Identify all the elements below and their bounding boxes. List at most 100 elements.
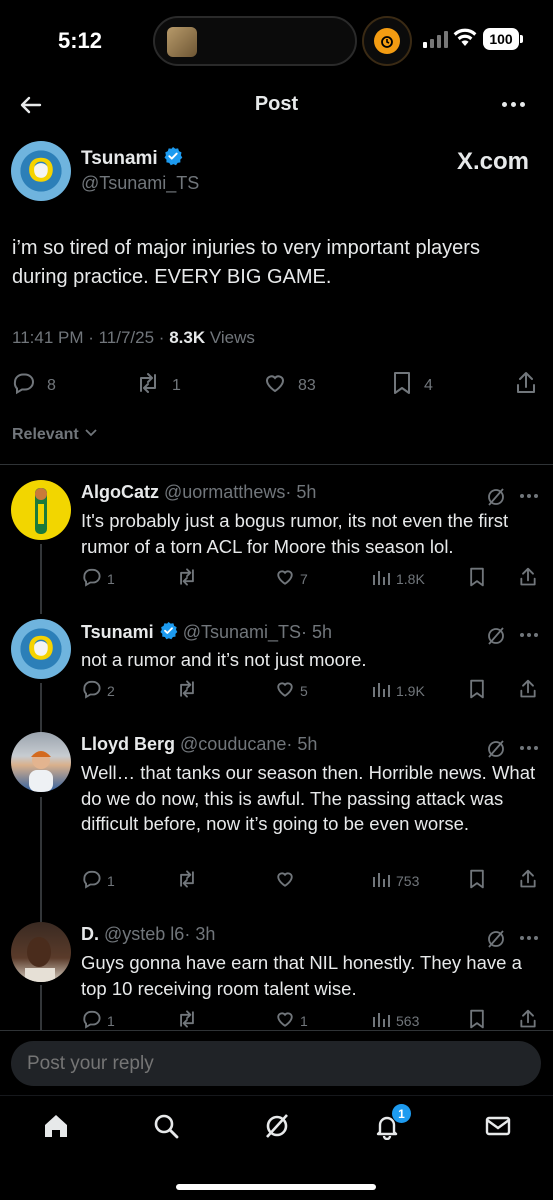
bookmark-button[interactable]: 4 bbox=[390, 370, 433, 401]
views-button[interactable]: 753 bbox=[370, 868, 419, 893]
status-time: 5:12 bbox=[58, 28, 103, 53]
more-horizontal-icon[interactable] bbox=[520, 633, 538, 637]
bookmark-icon bbox=[467, 566, 487, 591]
share-button[interactable] bbox=[518, 566, 538, 591]
sort-label: Relevant bbox=[12, 425, 79, 443]
mail-icon[interactable] bbox=[484, 1112, 512, 1145]
avatar[interactable] bbox=[11, 922, 71, 982]
cellular-signal-icon bbox=[423, 30, 448, 48]
reply-composer[interactable] bbox=[11, 1041, 541, 1086]
views-button[interactable]: 1.8K bbox=[370, 566, 425, 591]
reply-button[interactable]: 8 bbox=[11, 370, 56, 401]
views-chart-icon bbox=[370, 678, 392, 703]
reply-actions: 1 7 1.8K bbox=[0, 566, 553, 590]
notification-badge: 1 bbox=[392, 1104, 411, 1123]
dynamic-island[interactable] bbox=[153, 16, 357, 66]
repost-count: 1 bbox=[172, 376, 181, 394]
search-icon[interactable] bbox=[152, 1112, 180, 1145]
chevron-down-icon bbox=[83, 424, 99, 445]
reply-author-name[interactable]: Tsunami bbox=[81, 622, 154, 642]
reply-time: · 5h bbox=[285, 482, 317, 502]
like-button[interactable] bbox=[274, 868, 300, 893]
reply-count: 1 bbox=[107, 872, 115, 889]
reply-text: It's probably just a bogus rumor, its no… bbox=[81, 510, 509, 557]
views-chart-icon bbox=[370, 868, 392, 893]
reply-text: not a rumor and it’s not just moore. bbox=[81, 649, 367, 670]
now-playing-thumbnail bbox=[167, 27, 197, 57]
bell-icon[interactable]: 1 bbox=[373, 1104, 411, 1145]
bookmark-count: 4 bbox=[424, 376, 433, 394]
reply-button[interactable]: 1 bbox=[81, 566, 115, 591]
repost-button[interactable] bbox=[175, 678, 203, 703]
home-icon[interactable] bbox=[42, 1112, 70, 1145]
bookmark-icon bbox=[390, 370, 414, 401]
divider bbox=[0, 1030, 553, 1031]
share-button[interactable] bbox=[518, 678, 538, 703]
more-horizontal-icon[interactable] bbox=[520, 494, 538, 498]
views-count: 1.9K bbox=[396, 682, 425, 699]
verified-badge-icon[interactable] bbox=[163, 146, 183, 172]
post-metadata: 11:41 PM · 11/7/25 · 8.3K Views bbox=[12, 328, 255, 348]
battery-indicator: 100 bbox=[483, 28, 523, 50]
divider bbox=[0, 464, 553, 465]
like-button[interactable]: 7 bbox=[274, 566, 308, 591]
bookmark-button[interactable] bbox=[467, 868, 487, 893]
reply-author-handle[interactable]: @Tsunami_TS bbox=[183, 622, 301, 642]
reply-actions: 2 5 1.9K bbox=[0, 678, 553, 702]
author-handle[interactable]: @Tsunami_TS bbox=[81, 173, 199, 194]
source-label: X.com bbox=[456, 148, 529, 175]
bookmark-button[interactable] bbox=[467, 566, 487, 591]
reply-time: · 5h bbox=[286, 734, 318, 754]
repost-icon bbox=[175, 566, 199, 591]
like-button[interactable]: 5 bbox=[274, 678, 308, 703]
reply-author-handle[interactable]: @uormatthews bbox=[164, 482, 285, 502]
avatar[interactable]: O bbox=[11, 141, 71, 201]
thread-connector bbox=[40, 797, 42, 923]
like-count: 7 bbox=[300, 570, 308, 587]
post-timestamp[interactable]: 11:41 PM · 11/7/25 · bbox=[12, 328, 169, 347]
share-icon bbox=[518, 868, 538, 893]
home-indicator[interactable] bbox=[176, 1184, 376, 1190]
reply-icon bbox=[81, 566, 103, 591]
reply-count: 8 bbox=[47, 376, 56, 394]
avatar[interactable]: O bbox=[11, 619, 71, 679]
sort-dropdown[interactable]: Relevant bbox=[12, 424, 99, 445]
oregon-logo: O bbox=[27, 151, 55, 190]
verified-badge-icon[interactable] bbox=[159, 621, 178, 645]
reply-button[interactable]: 1 bbox=[81, 868, 115, 893]
author-name[interactable]: Tsunami bbox=[81, 148, 158, 169]
like-button[interactable]: 83 bbox=[262, 370, 316, 401]
views-button[interactable]: 1.9K bbox=[370, 678, 425, 703]
reply-input[interactable] bbox=[27, 1053, 507, 1075]
grok-icon[interactable] bbox=[263, 1112, 291, 1145]
timer-activity[interactable] bbox=[362, 16, 412, 66]
repost-button[interactable] bbox=[175, 868, 203, 893]
more-horizontal-icon[interactable] bbox=[520, 936, 538, 940]
more-horizontal-icon[interactable] bbox=[502, 102, 525, 107]
views-count[interactable]: 8.3K bbox=[169, 328, 205, 347]
reply-author-name[interactable]: AlgoCatz bbox=[81, 482, 159, 502]
share-button[interactable] bbox=[518, 868, 538, 893]
bookmark-button[interactable] bbox=[467, 678, 487, 703]
reply-button[interactable]: 2 bbox=[81, 678, 115, 703]
avatar[interactable] bbox=[11, 732, 71, 792]
share-button[interactable] bbox=[514, 370, 538, 401]
reply-author-name[interactable]: D. bbox=[81, 924, 99, 944]
like-count: 5 bbox=[300, 682, 308, 699]
reply-text: Well… that tanks our season then. Horrib… bbox=[81, 762, 536, 834]
share-icon bbox=[518, 678, 538, 703]
reply-author-handle[interactable]: @couducane bbox=[180, 734, 286, 754]
reply-count: 2 bbox=[107, 682, 115, 699]
post-actions: 8 1 83 4 bbox=[0, 368, 553, 398]
more-horizontal-icon[interactable] bbox=[520, 746, 538, 750]
like-count: 1 bbox=[300, 1012, 308, 1029]
repost-button[interactable] bbox=[175, 566, 203, 591]
avatar[interactable] bbox=[11, 480, 71, 540]
reply-author-name[interactable]: Lloyd Berg bbox=[81, 734, 175, 754]
views-label: Views bbox=[205, 328, 255, 347]
bookmark-icon bbox=[467, 678, 487, 703]
repost-button[interactable]: 1 bbox=[134, 370, 181, 401]
reply-author-handle[interactable]: @ysteb l6 bbox=[104, 924, 184, 944]
reply-count: 1 bbox=[107, 1012, 115, 1029]
wifi-icon bbox=[452, 27, 478, 52]
